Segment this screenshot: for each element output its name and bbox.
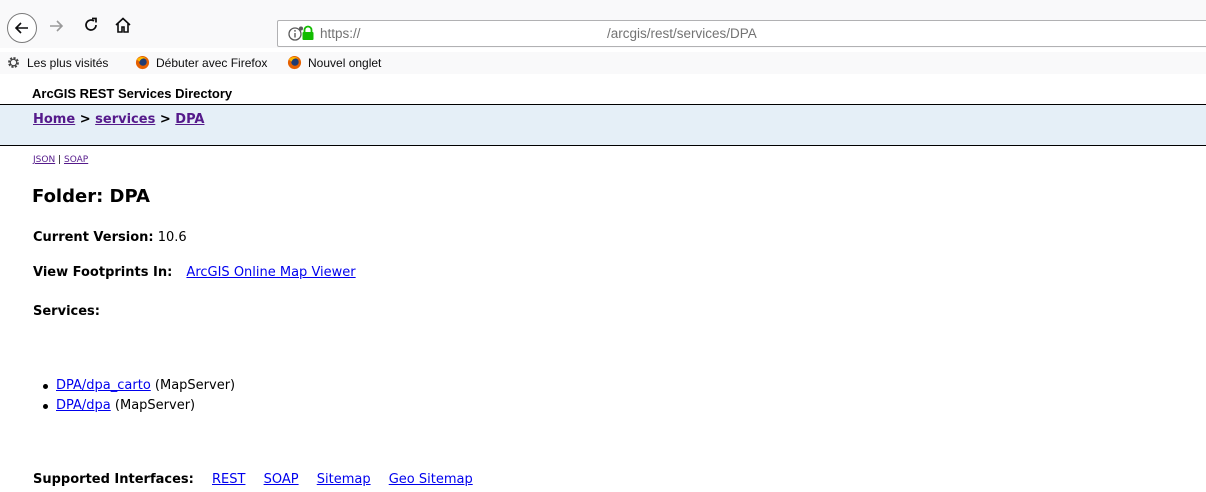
supported-interfaces: Supported Interfaces: REST SOAP Sitemap … <box>33 472 473 487</box>
interface-soap-link[interactable]: SOAP <box>264 472 299 487</box>
url-path: /arcgis/rest/services/DPA <box>607 26 757 41</box>
interface-sitemap-link[interactable]: Sitemap <box>317 472 371 487</box>
current-version-value: 10.6 <box>157 230 187 245</box>
interface-rest-link[interactable]: REST <box>212 472 245 487</box>
home-icon <box>115 17 131 33</box>
format-links: JSON | SOAP <box>33 155 88 165</box>
bookmark-new-tab[interactable]: Nouvel onglet <box>287 55 381 70</box>
services-heading: Services: <box>33 304 100 319</box>
services-list: DPA/dpa_carto (MapServer) DPA/dpa (MapSe… <box>43 376 236 416</box>
url-scheme: https:// <box>320 26 361 41</box>
service-link[interactable]: DPA/dpa_carto <box>56 378 151 393</box>
bookmark-getting-started[interactable]: Débuter avec Firefox <box>135 55 267 70</box>
list-item: DPA/dpa (MapServer) <box>43 396 235 416</box>
firefox-icon <box>287 55 302 70</box>
home-button[interactable] <box>112 14 134 36</box>
bookmark-label: Les plus visités <box>27 55 109 70</box>
breadcrumb-home-link[interactable]: Home <box>33 112 75 127</box>
arrow-left-icon <box>14 22 28 34</box>
soap-link[interactable]: SOAP <box>64 155 88 165</box>
reload-button[interactable] <box>80 14 102 36</box>
service-link[interactable]: DPA/dpa <box>56 398 111 413</box>
view-footprints: View Footprints In: ArcGIS Online Map Vi… <box>33 265 356 280</box>
footprints-label: View Footprints In: <box>33 265 173 280</box>
browser-toolbar: https:// /arcgis/rest/services/DPA <box>0 0 1206 48</box>
breadcrumb-bar: Home > services > DPA <box>0 104 1206 146</box>
current-version-label: Current Version: <box>33 230 154 245</box>
bookmark-label: Débuter avec Firefox <box>156 55 268 70</box>
directory-title: ArcGIS REST Services Directory <box>32 86 233 101</box>
bookmark-most-visited[interactable]: Les plus visités <box>6 55 108 70</box>
service-type: (MapServer) <box>114 398 196 413</box>
interfaces-label: Supported Interfaces: <box>33 472 194 487</box>
reload-icon <box>85 17 97 31</box>
breadcrumb-dpa-link[interactable]: DPA <box>175 112 204 127</box>
bullet <box>43 404 48 409</box>
firefox-icon <box>135 55 150 70</box>
breadcrumb-separator: > <box>159 112 171 127</box>
services-label: Services: <box>33 304 100 319</box>
url-bar[interactable]: https:// /arcgis/rest/services/DPA <box>277 20 1206 47</box>
lock-icon[interactable] <box>301 25 315 41</box>
redacted-area <box>56 366 256 376</box>
json-link[interactable]: JSON <box>33 155 55 165</box>
list-item: DPA/dpa_carto (MapServer) <box>43 376 236 396</box>
arcgis-online-viewer-link[interactable]: ArcGIS Online Map Viewer <box>186 265 355 280</box>
back-button[interactable] <box>7 13 37 43</box>
gear-icon <box>8 57 19 68</box>
current-version: Current Version: 10.6 <box>33 230 187 245</box>
forward-button[interactable] <box>45 15 67 37</box>
interface-geo-sitemap-link[interactable]: Geo Sitemap <box>389 472 473 487</box>
format-separator: | <box>58 155 62 165</box>
bookmarks-toolbar: Les plus visités Débuter avec Firefox No… <box>0 52 1206 74</box>
arrow-right-icon <box>50 20 64 32</box>
bookmark-label: Nouvel onglet <box>308 55 382 70</box>
url-host-redacted <box>384 26 604 42</box>
breadcrumb-services-link[interactable]: services <box>95 112 155 127</box>
breadcrumb-separator: > <box>79 112 91 127</box>
breadcrumb: Home > services > DPA <box>33 112 204 127</box>
service-type: (MapServer) <box>154 378 236 393</box>
page-title: Folder: DPA <box>32 186 150 207</box>
bullet <box>43 384 48 389</box>
